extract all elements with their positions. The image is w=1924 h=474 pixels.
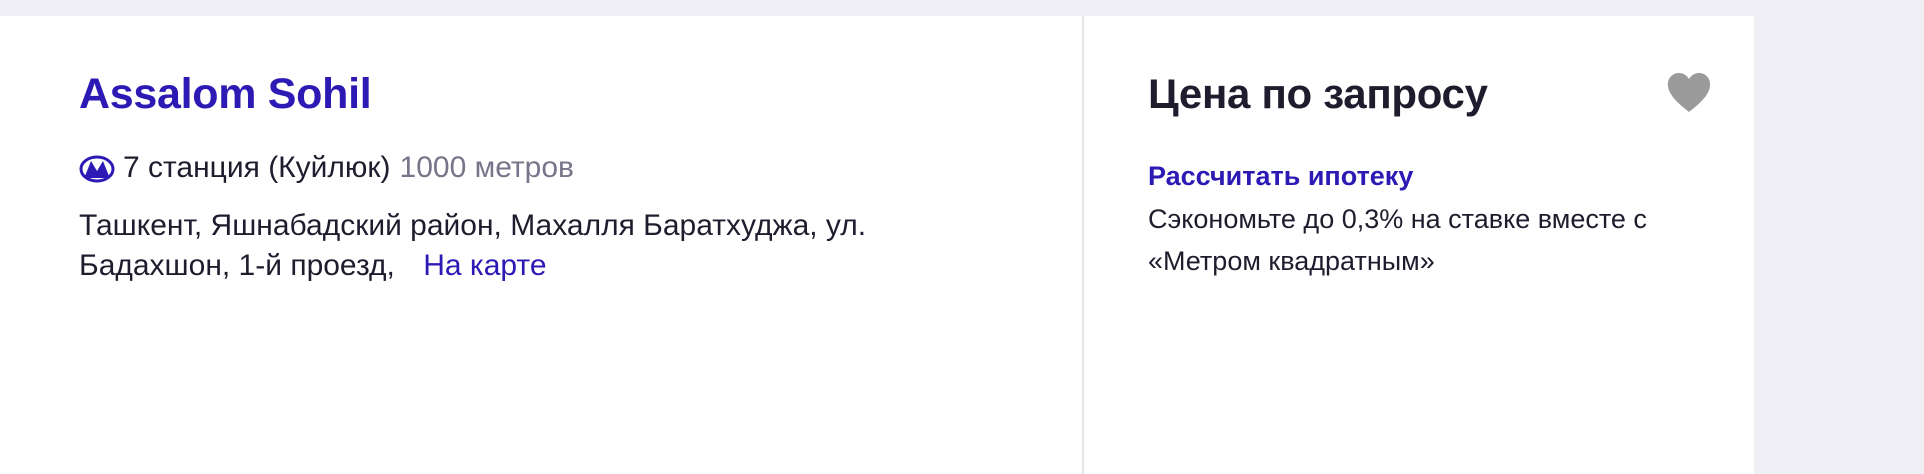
mortgage-promo-text: Сэкономьте до 0,3% на ставке вместе с «М… xyxy=(1148,204,1647,276)
metro-info: 7 станция (Куйлюк) 1000 метров xyxy=(79,148,1082,188)
mortgage-calculator-link[interactable]: Рассчитать ипотеку xyxy=(1148,158,1413,194)
listing-info-panel: Assalom Sohil 7 станция (Куйлюк) 1000 ме… xyxy=(0,16,1084,474)
metro-station: 7 станция (Куйлюк) xyxy=(123,151,391,184)
metro-distance: 1000 метров xyxy=(399,151,574,184)
listing-title-link[interactable]: Assalom Sohil xyxy=(79,66,372,122)
heart-icon[interactable] xyxy=(1666,72,1712,114)
map-link[interactable]: На карте xyxy=(423,249,546,282)
address-block: Ташкент, Яшнабадский район, Махалля Бара… xyxy=(79,206,979,286)
price-label: Цена по запросу xyxy=(1148,70,1488,117)
pricing-panel: Цена по запросу Рассчитать ипотеку Сэкон… xyxy=(1084,16,1754,474)
metro-icon xyxy=(79,154,115,183)
listing-card: Assalom Sohil 7 станция (Куйлюк) 1000 ме… xyxy=(0,16,1754,474)
